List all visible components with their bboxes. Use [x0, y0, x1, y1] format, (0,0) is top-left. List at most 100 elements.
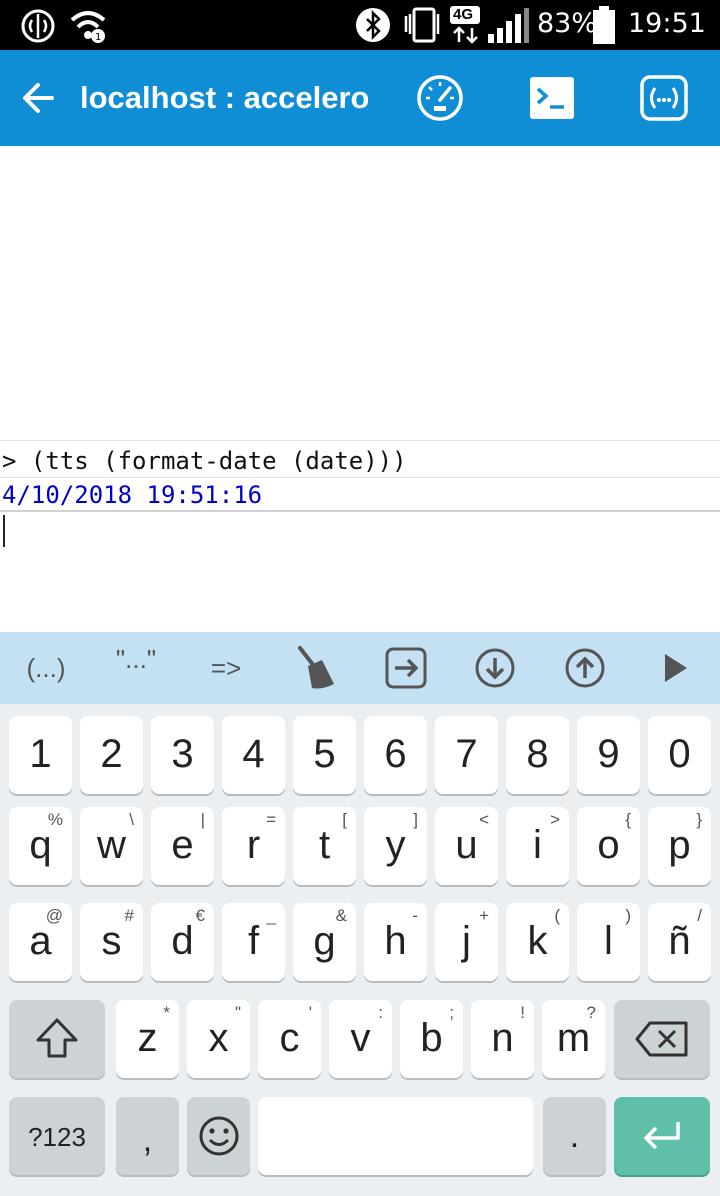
key-2[interactable]: 2: [80, 716, 143, 794]
key-label: 8: [526, 732, 549, 776]
key-ñ[interactable]: ñ /: [648, 903, 711, 981]
symbols-key[interactable]: ?123: [9, 1097, 105, 1175]
text-cursor: [3, 515, 5, 547]
status-bar: 1 4G 83% 19:51: [0, 0, 720, 50]
key-g[interactable]: g &: [293, 903, 356, 981]
tab-icon[interactable]: [382, 644, 430, 692]
key-hint: #: [124, 906, 134, 925]
speedometer-icon[interactable]: [414, 72, 466, 124]
key-hint: *: [163, 1003, 170, 1022]
key-hint: (: [554, 906, 560, 925]
backspace-key[interactable]: [614, 1000, 710, 1078]
console-input[interactable]: [0, 512, 720, 632]
key-u[interactable]: u <: [435, 807, 498, 885]
shift-icon: [36, 1018, 78, 1058]
key-label: 5: [313, 732, 336, 776]
snippets-icon[interactable]: [638, 72, 690, 124]
arrow-icon[interactable]: =>: [200, 644, 252, 692]
key-hint: ": [234, 1003, 241, 1022]
quotes-icon[interactable]: "...": [111, 644, 161, 692]
up-circle-icon[interactable]: [561, 644, 609, 692]
key-hint: <: [479, 810, 489, 829]
down-circle-icon[interactable]: [471, 644, 519, 692]
key-s[interactable]: s #: [80, 903, 143, 981]
page-title: localhost : accelerometer: [80, 80, 368, 115]
key-label: 9: [597, 732, 620, 776]
key-r[interactable]: r =: [222, 807, 285, 885]
parentheses-icon[interactable]: (...): [21, 644, 71, 692]
key-period[interactable]: .: [543, 1097, 606, 1175]
space-bar[interactable]: [258, 1097, 533, 1175]
broom-icon[interactable]: [292, 644, 340, 692]
emoji-icon: [199, 1116, 239, 1156]
key-8[interactable]: 8: [506, 716, 569, 794]
enter-icon: [644, 1122, 680, 1150]
back-arrow-icon[interactable]: [14, 72, 62, 124]
key-v[interactable]: v:: [329, 1000, 392, 1078]
key-5[interactable]: 5: [293, 716, 356, 794]
key-hint: %: [47, 810, 63, 829]
key-hint: €: [195, 906, 205, 925]
key-hint: ): [625, 906, 631, 925]
key-hint: !: [520, 1003, 525, 1022]
key-z[interactable]: z *: [116, 1000, 179, 1078]
key-f[interactable]: f _: [222, 903, 285, 981]
shift-key[interactable]: [9, 1000, 105, 1078]
key-label: 2: [100, 732, 123, 776]
key-hint: -: [412, 906, 418, 925]
key-4[interactable]: 4: [222, 716, 285, 794]
key-3[interactable]: 3: [151, 716, 214, 794]
key-hint: _: [266, 906, 276, 925]
key-1[interactable]: 1: [9, 716, 72, 794]
key-comma[interactable]: ,: [116, 1097, 179, 1175]
key-l[interactable]: l): [577, 903, 640, 981]
console-result: 4/10/2018 19:51:16: [2, 481, 263, 509]
key-9[interactable]: 9: [577, 716, 640, 794]
key-h[interactable]: h-: [364, 903, 427, 981]
key-hint: \: [129, 810, 134, 829]
key-hint: {: [625, 810, 631, 829]
key-0[interactable]: 0: [648, 716, 711, 794]
battery-icon: [593, 6, 615, 44]
backspace-icon: [635, 1021, 688, 1057]
key-hint: :: [378, 1003, 383, 1022]
key-p[interactable]: p}: [648, 807, 711, 885]
key-a[interactable]: a @: [9, 903, 72, 981]
key-hint: /: [697, 906, 702, 925]
play-icon[interactable]: [651, 644, 699, 692]
key-x[interactable]: x ": [187, 1000, 250, 1078]
arrow-label: =>: [210, 652, 242, 683]
key-e[interactable]: e |: [151, 807, 214, 885]
key-hint: +: [479, 906, 489, 925]
key-hint: ;: [449, 1003, 454, 1022]
key-label: 6: [384, 732, 407, 776]
key-hint: [: [342, 810, 347, 829]
key-label: 1: [29, 732, 52, 776]
key-w[interactable]: w \: [80, 807, 143, 885]
key-y[interactable]: y]: [364, 807, 427, 885]
key-n[interactable]: n!: [471, 1000, 534, 1078]
key-d[interactable]: d €: [151, 903, 214, 981]
emoji-key[interactable]: [187, 1097, 250, 1175]
key-hint: }: [696, 810, 702, 829]
brain-icon: [21, 9, 55, 43]
console-command: > (tts (format-date (date))): [2, 447, 407, 475]
key-7[interactable]: 7: [435, 716, 498, 794]
key-c[interactable]: c ': [258, 1000, 321, 1078]
key-q[interactable]: q%: [9, 807, 72, 885]
network-type-badge: 4G: [450, 6, 480, 24]
terminal-icon[interactable]: [526, 72, 578, 124]
key-t[interactable]: t[: [293, 807, 356, 885]
quotes-label: "...": [115, 644, 157, 674]
key-o[interactable]: o{: [577, 807, 640, 885]
key-j[interactable]: j +: [435, 903, 498, 981]
key-k[interactable]: k(: [506, 903, 569, 981]
key-hint: &: [335, 906, 347, 925]
key-hint: |: [200, 810, 205, 829]
key-b[interactable]: b;: [400, 1000, 463, 1078]
key-m[interactable]: m?: [542, 1000, 605, 1078]
battery-percent: 83%: [537, 8, 598, 39]
key-6[interactable]: 6: [364, 716, 427, 794]
key-i[interactable]: i >: [506, 807, 569, 885]
enter-key[interactable]: [614, 1097, 710, 1175]
